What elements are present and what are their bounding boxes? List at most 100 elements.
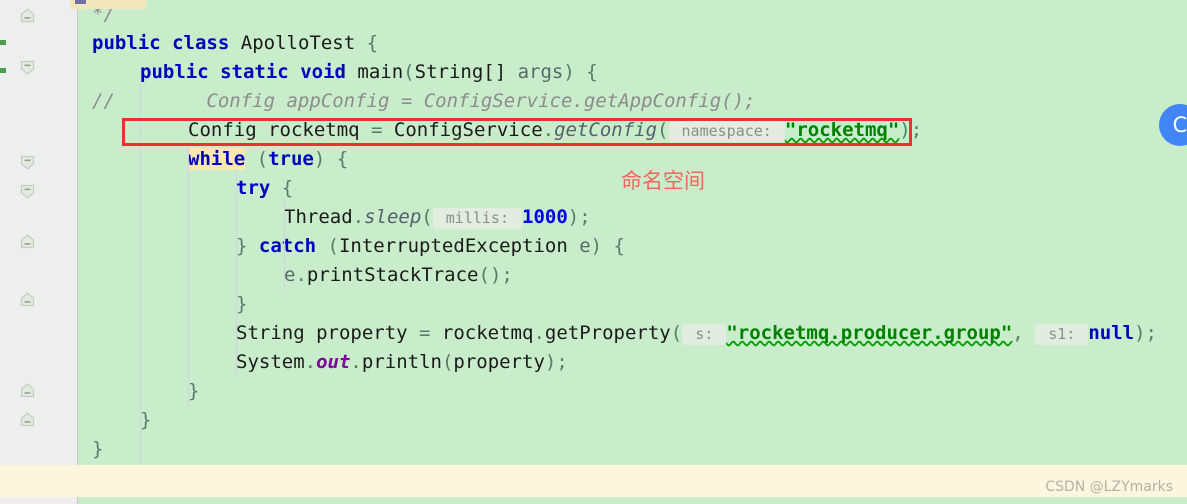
code-line[interactable]: } catch (InterruptedException e) { bbox=[236, 232, 625, 261]
code-line[interactable]: } bbox=[188, 377, 199, 406]
code-token: getConfig bbox=[554, 119, 658, 141]
code-token: ); bbox=[899, 119, 923, 141]
code-line[interactable]: } bbox=[92, 435, 103, 464]
code-token: main bbox=[357, 61, 404, 83]
code-token: 1000 bbox=[522, 206, 568, 228]
code-token: . bbox=[533, 322, 545, 344]
code-token: { bbox=[270, 177, 294, 199]
code-token: } bbox=[92, 438, 104, 460]
code-token: null bbox=[1088, 322, 1135, 344]
code-token: try bbox=[236, 177, 271, 199]
code-token: . bbox=[352, 206, 365, 228]
code-token: { bbox=[355, 32, 379, 54]
code-token: Thread bbox=[284, 206, 353, 228]
code-token: class bbox=[172, 32, 230, 54]
code-token: = bbox=[371, 119, 394, 141]
code-line[interactable]: public static void main(String[] args) { bbox=[140, 58, 598, 87]
code-line[interactable]: String property = rocketmq.getProperty( … bbox=[236, 319, 1157, 348]
code-token: ) { bbox=[590, 235, 625, 257]
code-token: ) { bbox=[563, 61, 598, 83]
code-token: ( bbox=[316, 235, 339, 257]
indent-guide-line bbox=[188, 142, 189, 407]
code-line[interactable]: // Config appConfig = ConfigService.getA… bbox=[92, 87, 755, 116]
code-token: } bbox=[140, 409, 152, 431]
code-token: . bbox=[295, 264, 307, 286]
editor-gutter[interactable] bbox=[0, 0, 78, 504]
code-token: ( bbox=[441, 351, 454, 373]
code-token: System bbox=[236, 351, 305, 373]
code-token: static bbox=[220, 61, 289, 83]
vcs-change-marker-icon[interactable] bbox=[0, 40, 6, 45]
code-token: getProperty bbox=[544, 322, 671, 344]
code-token: s: bbox=[682, 324, 727, 345]
code-token: ConfigService bbox=[393, 119, 543, 141]
indent-guide-line bbox=[140, 84, 141, 464]
code-token: ( bbox=[670, 322, 683, 344]
code-token: void bbox=[300, 61, 346, 83]
fold-collapse-icon[interactable] bbox=[20, 292, 35, 307]
code-token: ); bbox=[1134, 322, 1157, 344]
code-line[interactable]: Thread.sleep( millis: 1000); bbox=[284, 203, 591, 232]
code-token: , bbox=[1012, 322, 1036, 344]
code-line[interactable]: } bbox=[236, 290, 247, 319]
editor-code-area[interactable]: */public class ApolloTest {public static… bbox=[78, 0, 1187, 504]
code-token: String[] bbox=[414, 61, 518, 83]
code-line[interactable]: try { bbox=[236, 174, 293, 203]
code-token: while bbox=[188, 148, 246, 170]
fold-collapse-icon[interactable] bbox=[20, 8, 35, 23]
fold-expand-icon[interactable] bbox=[20, 60, 35, 75]
code-token: printStackTrace bbox=[306, 264, 479, 286]
fold-collapse-icon[interactable] bbox=[20, 383, 35, 398]
code-token: = bbox=[419, 322, 442, 344]
fold-collapse-icon[interactable] bbox=[20, 234, 35, 249]
code-editor-screenshot: */public class ApolloTest {public static… bbox=[0, 0, 1187, 504]
indent-guide-line bbox=[284, 200, 285, 290]
code-token: . bbox=[350, 351, 362, 373]
indent-guide-line bbox=[236, 172, 237, 377]
code-token: ) { bbox=[313, 148, 349, 170]
code-line[interactable]: public class ApolloTest { bbox=[92, 29, 378, 58]
bottom-highlight-band bbox=[78, 465, 1187, 497]
code-token: // Config appConfig = ConfigService.getA… bbox=[92, 90, 756, 112]
code-token: Config rocketmq bbox=[188, 119, 372, 141]
code-token: String property bbox=[236, 322, 420, 344]
code-token: namespace: bbox=[668, 121, 785, 142]
code-token: out bbox=[316, 351, 351, 373]
code-token: ApolloTest bbox=[240, 32, 356, 54]
code-line[interactable]: Config rocketmq = ConfigService.getConfi… bbox=[188, 116, 922, 145]
fold-collapse-icon[interactable] bbox=[20, 412, 35, 427]
code-token: "rocketmq.producer.group" bbox=[726, 322, 1013, 344]
fold-expand-icon[interactable] bbox=[20, 184, 35, 199]
code-token: public bbox=[92, 32, 161, 54]
code-line[interactable]: e.printStackTrace(); bbox=[284, 261, 513, 290]
code-token: ( bbox=[403, 61, 415, 83]
code-token: ); bbox=[544, 351, 568, 373]
namespace-annotation-label: 命名空间 bbox=[621, 169, 705, 193]
code-line[interactable]: System.out.println(property); bbox=[236, 348, 568, 377]
code-token: catch bbox=[258, 235, 317, 257]
code-token: rocketmq bbox=[441, 322, 534, 344]
code-token: . bbox=[542, 119, 555, 141]
code-token: ( bbox=[421, 206, 433, 228]
bottom-highlight-band-gutter bbox=[0, 465, 78, 497]
code-token: println bbox=[361, 351, 442, 373]
code-token: sleep bbox=[364, 206, 422, 228]
code-token: millis: bbox=[432, 208, 523, 229]
code-token: true bbox=[268, 148, 314, 170]
code-line[interactable]: while (true) { bbox=[188, 145, 348, 174]
gutter-divider bbox=[77, 0, 78, 504]
code-token: args bbox=[517, 61, 564, 83]
csdn-watermark: CSDN @LZYmarks bbox=[1045, 479, 1173, 495]
caret-marker bbox=[75, 0, 86, 4]
code-token: . bbox=[304, 351, 317, 373]
code-token: property bbox=[453, 351, 545, 373]
fold-expand-icon[interactable] bbox=[20, 155, 35, 170]
code-token: } bbox=[236, 235, 259, 257]
code-token: public bbox=[140, 61, 209, 83]
vcs-change-marker-icon[interactable] bbox=[0, 68, 6, 73]
code-line[interactable]: } bbox=[140, 406, 151, 435]
code-token: "rocketmq" bbox=[784, 119, 900, 141]
